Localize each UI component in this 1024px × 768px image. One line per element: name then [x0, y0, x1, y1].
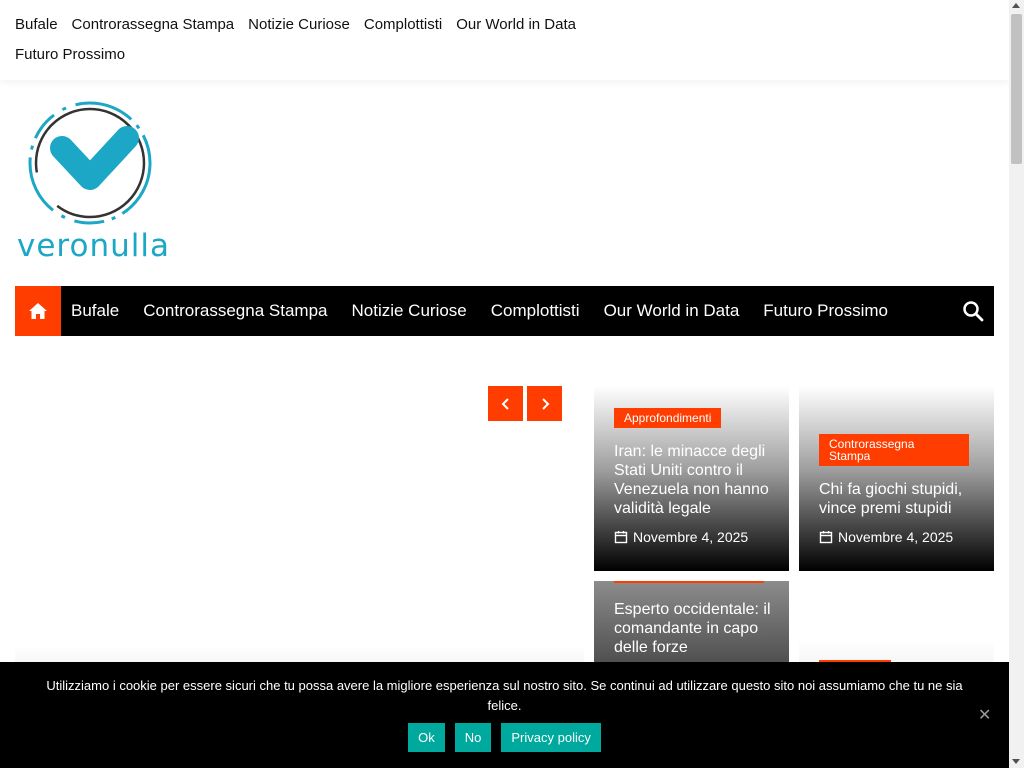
scroll-up-arrow-icon[interactable] — [1012, 3, 1020, 8]
top-nav-our-world-in-data[interactable]: Our World in Data — [456, 10, 576, 40]
slider-next-button[interactable] — [527, 386, 562, 421]
main-nav-complottisti[interactable]: Complottisti — [491, 286, 580, 336]
privacy-policy-button[interactable]: Privacy policy — [501, 723, 601, 752]
top-bar: Bufale Controrassegna Stampa Notizie Cur… — [0, 0, 1009, 80]
scroll-down-arrow-icon[interactable] — [1012, 759, 1020, 764]
chevron-left-icon — [501, 397, 509, 410]
category-badge[interactable]: Controrassegna Stampa — [819, 434, 969, 466]
main-nav-our-world-in-data[interactable]: Our World in Data — [604, 286, 740, 336]
article-card[interactable]: Approfondimenti Iran: le minacce degli S… — [594, 386, 789, 571]
main-nav-futuro-prossimo[interactable]: Futuro Prossimo — [763, 286, 888, 336]
logo-text: veronulla — [17, 228, 170, 264]
home-button[interactable] — [15, 286, 61, 336]
top-nav-complottisti[interactable]: Complottisti — [364, 10, 442, 40]
article-date: Novembre 4, 2025 — [819, 529, 953, 545]
cookie-banner: Utilizziamo i cookie per essere sicuri c… — [0, 662, 1009, 768]
article-date-text: Novembre 4, 2025 — [838, 529, 954, 545]
top-nav-controrassegna-stampa[interactable]: Controrassegna Stampa — [72, 10, 235, 40]
main-nav-bufale[interactable]: Bufale — [71, 286, 119, 336]
home-icon — [29, 303, 47, 319]
main-nav-items: Bufale Controrassegna Stampa Notizie Cur… — [71, 286, 912, 336]
article-title[interactable]: Chi fa giochi stupidi, vince premi stupi… — [819, 480, 979, 518]
top-nav-futuro-prossimo[interactable]: Futuro Prossimo — [15, 40, 125, 70]
cookie-no-button[interactable]: No — [454, 723, 492, 752]
site-logo[interactable]: veronulla — [15, 98, 169, 270]
main-nav: Bufale Controrassegna Stampa Notizie Cur… — [15, 286, 994, 336]
category-badge[interactable]: Approfondimenti — [614, 408, 722, 428]
slider-prev-button[interactable] — [488, 386, 523, 421]
chevron-right-icon — [541, 397, 549, 410]
article-date: Novembre 4, 2025 — [614, 529, 748, 545]
search-icon[interactable] — [962, 300, 984, 322]
article-date-text: Novembre 4, 2025 — [633, 529, 749, 545]
scrollbar-thumb[interactable] — [1011, 14, 1022, 164]
page-scrollbar[interactable] — [1009, 0, 1024, 768]
top-nav-notizie-curiose[interactable]: Notizie Curiose — [248, 10, 350, 40]
main-nav-controrassegna-stampa[interactable]: Controrassegna Stampa — [143, 286, 327, 336]
article-title[interactable]: Iran: le minacce degli Stati Uniti contr… — [614, 442, 774, 518]
cookie-buttons: Ok No Privacy policy — [0, 723, 1009, 752]
featured-slider[interactable] — [15, 386, 584, 686]
category-badge[interactable] — [614, 581, 764, 583]
top-nav: Bufale Controrassegna Stampa Notizie Cur… — [15, 10, 615, 70]
cookie-message: Utilizziamo i cookie per essere sicuri c… — [46, 678, 963, 713]
article-card[interactable]: Controrassegna Stampa Chi fa giochi stup… — [799, 386, 994, 571]
close-icon[interactable]: ✕ — [978, 708, 991, 724]
main-nav-notizie-curiose[interactable]: Notizie Curiose — [351, 286, 466, 336]
calendar-icon — [819, 531, 833, 544]
cookie-ok-button[interactable]: Ok — [408, 723, 445, 752]
logo-mark-icon — [28, 101, 152, 225]
top-nav-bufale[interactable]: Bufale — [15, 10, 58, 40]
article-title[interactable]: Esperto occidentale: il comandante in ca… — [614, 600, 774, 657]
calendar-icon — [614, 531, 628, 544]
